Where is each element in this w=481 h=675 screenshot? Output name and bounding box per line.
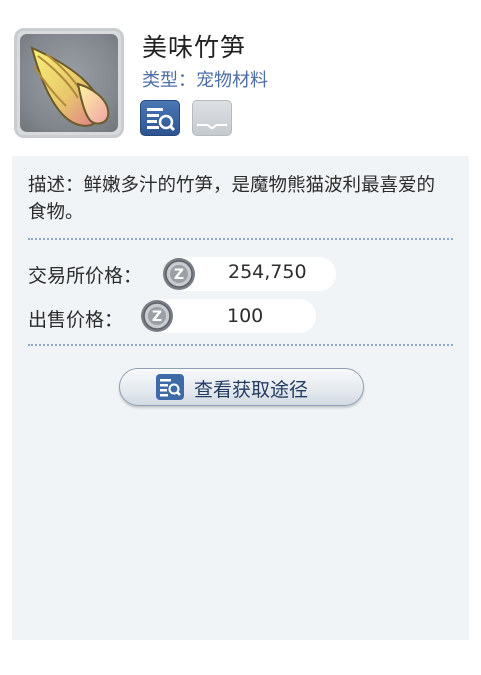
zeny-coin-icon: Z [162,257,196,291]
item-details-panel: 描述：鲜嫩多汁的竹笋，是魔物熊猫波利最喜爱的食物。 交易所价格： Z 254,7… [12,156,469,640]
svg-text:Z: Z [174,267,184,283]
card-slot-badge [192,100,232,136]
card-slot-icon [193,120,231,139]
exchange-price-label: 交易所价格： [28,265,143,287]
sell-price-value: 100 [227,305,264,327]
divider [28,344,453,346]
sell-price-label: 出售价格： [28,309,124,331]
bamboo-shoot-icon [20,34,118,132]
item-lookup-icon [141,108,179,139]
item-description: 描述：鲜嫩多汁的竹笋，是魔物熊猫波利最喜爱的食物。 [28,175,436,223]
item-name: 美味竹笋 [142,33,247,62]
svg-text:Z: Z [152,309,162,325]
search-list-icon [156,374,184,400]
item-type: 类型：宠物材料 [142,70,268,91]
exchange-price-value: 254,750 [228,261,307,283]
item-lookup-badge[interactable] [140,100,180,136]
divider [28,238,453,240]
view-source-label: 查看获取途径 [194,379,309,401]
zeny-coin-icon: Z [140,299,174,333]
view-source-button[interactable]: 查看获取途径 [119,368,364,406]
item-icon-frame [14,28,124,138]
